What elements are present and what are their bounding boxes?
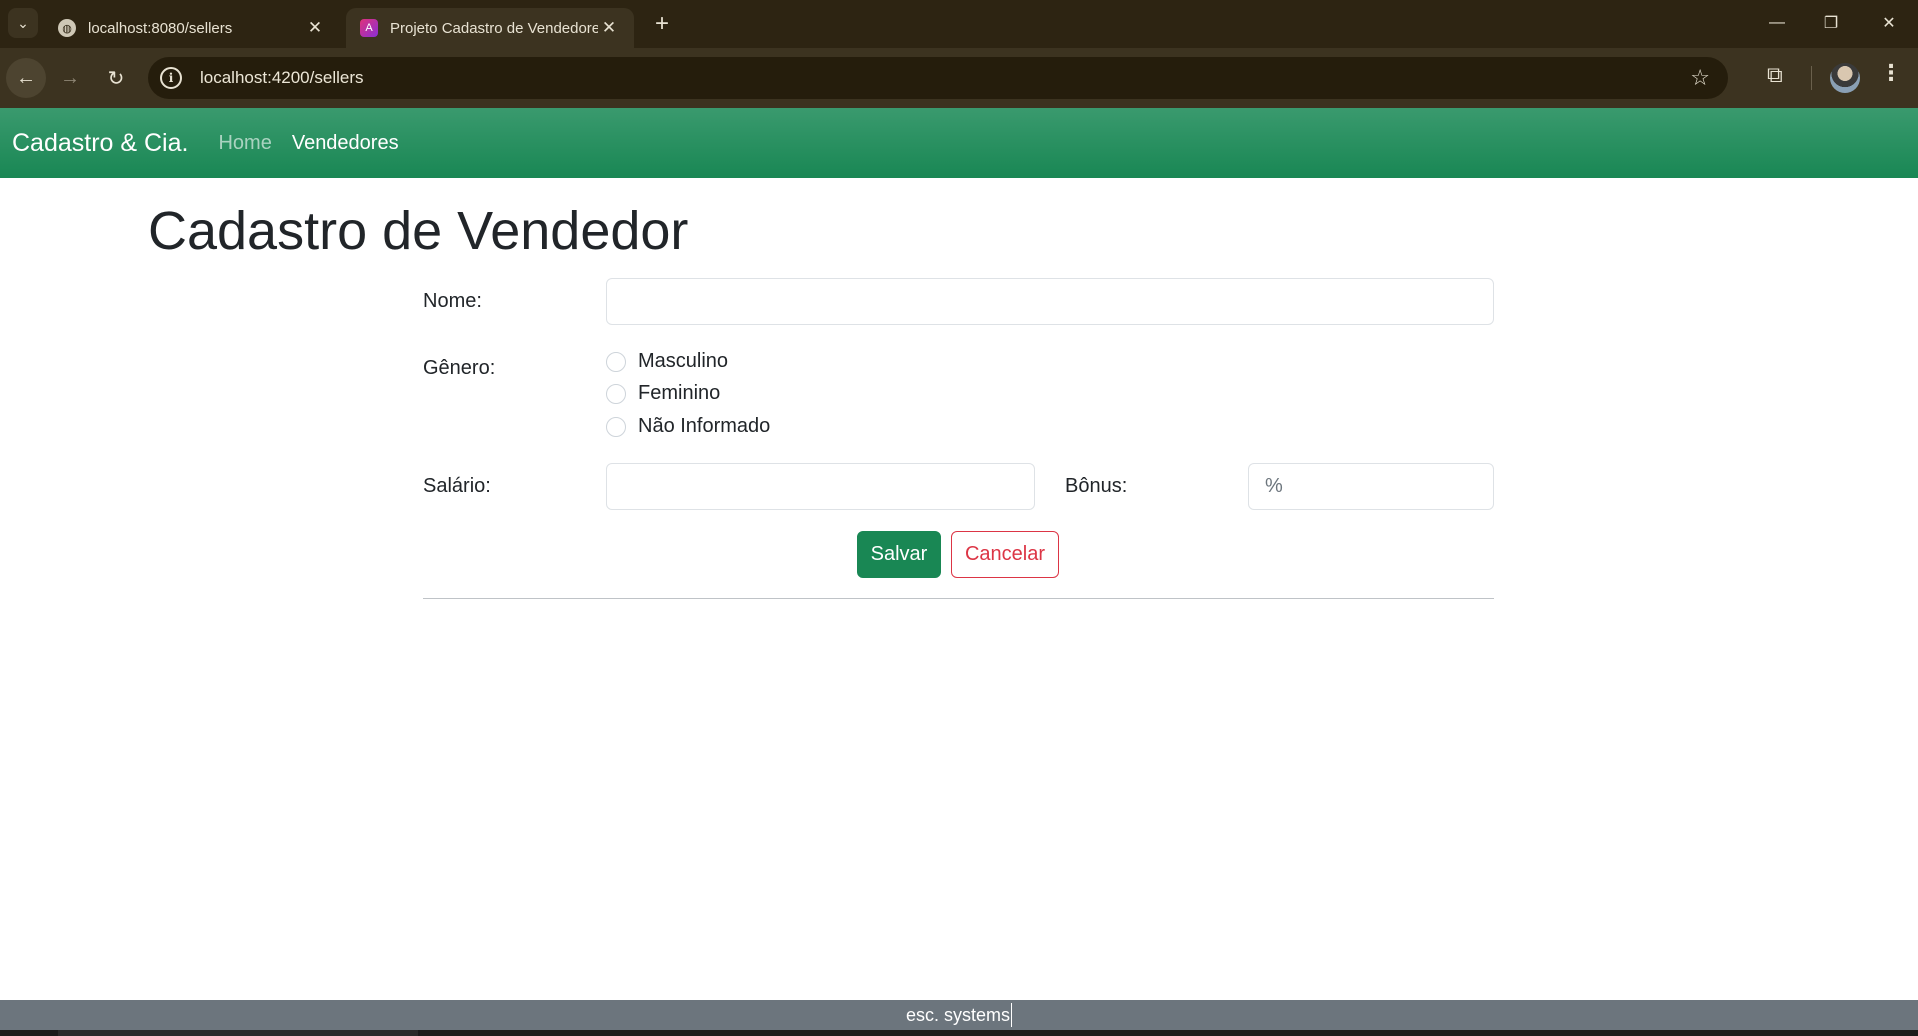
address-url[interactable]: localhost:4200/sellers: [200, 68, 363, 88]
bonus-input[interactable]: [1248, 463, 1494, 510]
restore-icon[interactable]: ❐: [1808, 6, 1854, 40]
save-button[interactable]: Salvar: [857, 531, 941, 578]
minimize-icon[interactable]: —: [1754, 6, 1800, 40]
cancel-button[interactable]: Cancelar: [951, 531, 1059, 578]
close-icon[interactable]: ✕: [304, 18, 326, 38]
forward-arrow-icon[interactable]: →: [50, 58, 90, 98]
radio-button[interactable]: [606, 416, 626, 437]
gender-option-masculino[interactable]: Masculino: [606, 350, 728, 373]
site-info-icon[interactable]: i: [160, 67, 182, 89]
form-divider: [423, 598, 1494, 599]
radio-label[interactable]: Não Informado: [638, 415, 770, 438]
tab-title: Projeto Cadastro de Vendedores: [390, 19, 598, 37]
gender-option-feminino[interactable]: Feminino: [606, 382, 720, 405]
browser-tab-1[interactable]: ◍ localhost:8080/sellers ✕: [44, 8, 340, 48]
profile-avatar[interactable]: [1830, 63, 1860, 93]
close-icon[interactable]: ✕: [598, 18, 620, 38]
back-arrow-icon[interactable]: ←: [6, 58, 46, 98]
browser-tab-strip: ⌄ ◍ localhost:8080/sellers ✕ A Projeto C…: [0, 0, 1918, 48]
os-taskbar: [0, 1030, 1918, 1036]
browser-tab-2[interactable]: A Projeto Cadastro de Vendedores ✕: [346, 8, 634, 48]
salary-input[interactable]: [606, 463, 1035, 510]
brand-logo-text[interactable]: Cadastro & Cia.: [12, 129, 188, 158]
new-tab-plus-icon[interactable]: +: [648, 10, 676, 38]
name-input[interactable]: [606, 278, 1494, 325]
radio-button[interactable]: [606, 383, 626, 404]
gender-label: Gênero:: [423, 357, 496, 379]
text-cursor: [1011, 1003, 1013, 1027]
nav-link-sellers[interactable]: Vendedores: [292, 132, 399, 155]
page-footer: esc. systems: [0, 1000, 1918, 1030]
bonus-label: Bônus:: [1065, 475, 1128, 497]
page-title: Cadastro de Vendedor: [148, 201, 689, 261]
window-close-icon[interactable]: ✕: [1866, 6, 1912, 40]
reload-icon[interactable]: ↻: [96, 58, 136, 98]
radio-label[interactable]: Feminino: [638, 382, 720, 405]
radio-button[interactable]: [606, 351, 626, 372]
extensions-puzzle-icon[interactable]: ⧉: [1767, 62, 1783, 88]
toolbar-divider: [1811, 66, 1812, 90]
name-label: Nome:: [423, 290, 482, 312]
tab-search-chevron-down-icon[interactable]: ⌄: [8, 8, 38, 38]
browser-menu-icon[interactable]: ⋮: [1880, 60, 1902, 86]
address-bar[interactable]: i localhost:4200/sellers ☆: [148, 57, 1728, 99]
taskbar-segment: [58, 1030, 418, 1036]
nav-link-home[interactable]: Home: [218, 132, 271, 155]
gender-option-nao-informado[interactable]: Não Informado: [606, 415, 770, 438]
salary-label: Salário:: [423, 475, 491, 497]
radio-label[interactable]: Masculino: [638, 350, 728, 373]
footer-text: esc. systems: [905, 1004, 1011, 1025]
app-navbar: Cadastro & Cia. Home Vendedores: [0, 108, 1918, 178]
angular-icon: A: [360, 19, 378, 37]
globe-icon: ◍: [58, 19, 76, 37]
tab-title: localhost:8080/sellers: [88, 19, 233, 37]
bookmark-star-icon[interactable]: ☆: [1690, 65, 1710, 91]
browser-toolbar: ← → ↻ i localhost:4200/sellers ☆ ⧉ ⋮: [0, 48, 1918, 108]
